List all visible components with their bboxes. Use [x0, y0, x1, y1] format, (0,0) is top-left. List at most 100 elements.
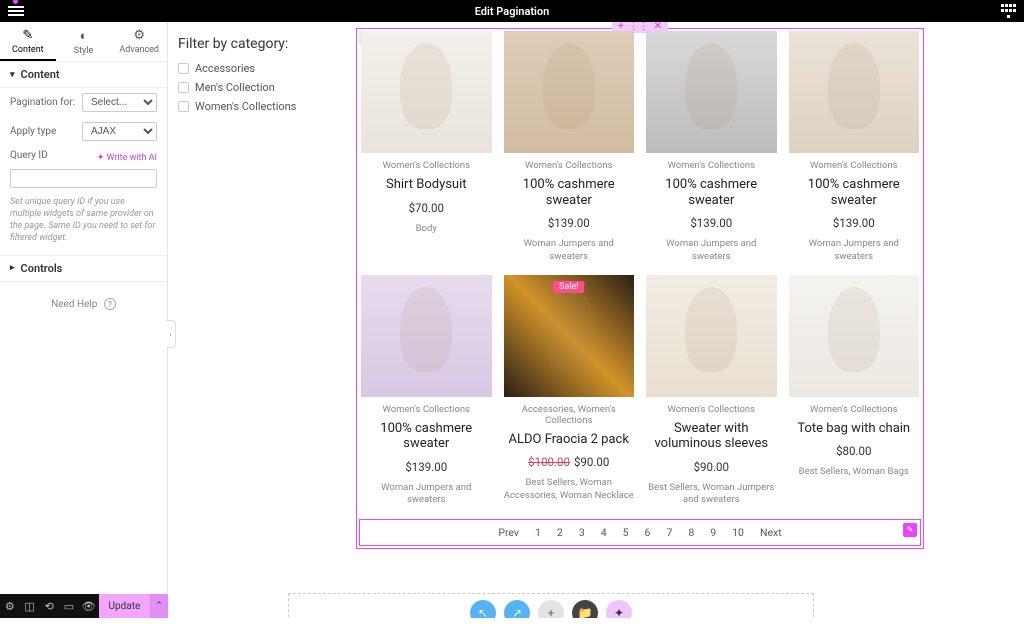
product-title: 100% cashmere sweater — [361, 421, 492, 452]
ai-icon[interactable]: ✦ — [606, 600, 632, 618]
product-image — [789, 275, 920, 397]
pagination-item[interactable]: Prev — [498, 526, 519, 539]
pagination-item[interactable]: 1 — [535, 526, 541, 539]
pagination-item[interactable]: 4 — [601, 526, 607, 539]
tab-label: Content — [12, 45, 44, 55]
products-grid: Women's CollectionsShirt Bodysuit$70.00B… — [359, 31, 921, 507]
product-tags: Woman Jumpers and sweaters — [646, 238, 777, 263]
product-tags: Best Sellers, Woman Bags — [789, 466, 920, 478]
checkbox-icon — [178, 101, 189, 112]
history-button[interactable]: ⟲ — [39, 594, 59, 618]
menu-button[interactable] — [8, 6, 24, 16]
product-tags: Best Sellers, Woman Accessories, Woman N… — [504, 477, 635, 502]
settings-button[interactable]: ⚙ — [0, 594, 20, 618]
edit-pagination-icon[interactable]: ✎ — [903, 523, 917, 537]
product-category: Women's Collections — [646, 160, 777, 171]
product-price: $70.00 — [361, 201, 492, 215]
responsive-button[interactable]: ▭ — [59, 594, 79, 618]
product-price: $100.00$90.00 — [504, 455, 635, 469]
pagination-for-select[interactable]: Select... — [82, 93, 157, 112]
product-image — [646, 31, 777, 153]
update-expand-button[interactable]: ⌃ — [150, 594, 168, 618]
product-tags: Body — [361, 223, 492, 235]
section-content-header[interactable]: Content — [0, 62, 167, 88]
notification-dot — [13, 0, 18, 4]
content-widget[interactable]: + ⋮⋮ ✕ ⋮⋮ Women's CollectionsShirt Bodys… — [356, 28, 924, 549]
product-tags: Best Sellers, Woman Jumpers and sweaters — [646, 482, 777, 507]
product-title: Tote bag with chain — [789, 421, 920, 437]
product-card[interactable]: Women's Collections Tote bag with chain $8… — [789, 275, 920, 507]
apply-type-label: Apply type — [10, 126, 56, 137]
product-category: Women's Collections — [361, 160, 492, 171]
help-icon: ? — [104, 298, 116, 310]
product-image — [361, 275, 492, 397]
checkbox-icon — [178, 63, 189, 74]
filter-mens[interactable]: Men's Collection — [178, 81, 348, 94]
sidebar-tabs: ✎ Content ◐ Style ⚙ Advanced — [0, 22, 167, 62]
product-price: $139.00 — [789, 216, 920, 230]
tab-advanced[interactable]: ⚙ Advanced — [111, 22, 167, 61]
product-image — [789, 31, 920, 153]
need-help-link[interactable]: Need Help ? — [0, 282, 167, 326]
update-button[interactable]: Update — [99, 594, 151, 618]
pagination-item[interactable]: 9 — [710, 526, 716, 539]
product-tags: Woman Jumpers and sweaters — [504, 238, 635, 263]
pagination-item[interactable]: Next — [760, 526, 782, 539]
sidebar-bottom-toolbar: ⚙ ◫ ⟲ ▭ 👁 Update ⌃ — [0, 594, 168, 618]
drop-arrow2-icon[interactable]: ↗ — [504, 600, 530, 618]
product-price: $139.00 — [646, 216, 777, 230]
product-price: $90.00 — [646, 460, 777, 474]
query-id-input[interactable] — [10, 169, 157, 188]
product-card[interactable]: Women's Collections100% cashmere sweater… — [361, 275, 492, 507]
pagination-item[interactable]: 2 — [557, 526, 563, 539]
tab-content[interactable]: ✎ Content — [0, 22, 56, 61]
section-controls-header[interactable]: Controls — [0, 256, 167, 282]
folder-icon[interactable]: 📁 — [572, 600, 598, 618]
pagination-widget[interactable]: ✎ Prev 1 2 3 4 5 6 7 8 9 10 Next — [359, 519, 921, 546]
pagination-item[interactable]: 10 — [732, 526, 744, 539]
query-id-label: Query ID — [10, 150, 48, 161]
write-with-ai-link[interactable]: ✦ Write with AI — [97, 153, 157, 163]
pagination-item[interactable]: 7 — [666, 526, 672, 539]
product-image — [361, 31, 492, 153]
apply-type-select[interactable]: AJAX — [82, 122, 157, 141]
filter-accessories[interactable]: Accessories — [178, 62, 348, 75]
widgets-button[interactable] — [1000, 3, 1016, 19]
product-card[interactable]: Women's Collections100% cashmere sweater… — [646, 31, 777, 263]
pagination-item[interactable]: 8 — [688, 526, 694, 539]
product-tags: Woman Jumpers and sweaters — [361, 482, 492, 507]
tab-label: Advanced — [119, 45, 159, 55]
product-price: $139.00 — [504, 216, 635, 230]
preview-button[interactable]: 👁 — [79, 594, 99, 618]
pagination: Prev 1 2 3 4 5 6 7 8 9 10 Next — [360, 526, 920, 539]
pagination-item[interactable]: 3 — [579, 526, 585, 539]
product-image — [646, 275, 777, 397]
sidebar: ✎ Content ◐ Style ⚙ Advanced Content Pag… — [0, 22, 168, 618]
drop-zone[interactable]: ↖ ↗ + 📁 ✦ — [288, 593, 814, 618]
product-category: Women's Collections — [646, 404, 777, 415]
tab-label: Style — [74, 46, 94, 56]
product-category: Women's Collections — [789, 160, 920, 171]
product-title: 100% cashmere sweater — [789, 177, 920, 208]
product-title: ALDO Fraocia 2 pack — [504, 432, 635, 448]
sale-badge: Sale! — [553, 281, 585, 293]
product-price: $80.00 — [789, 444, 920, 458]
pagination-item[interactable]: 5 — [623, 526, 629, 539]
product-card[interactable]: Women's Collections 100% cashmere sweater… — [789, 31, 920, 263]
product-card[interactable]: Sale!Accessories, Women's CollectionsALD… — [504, 275, 635, 507]
pagination-item[interactable]: 6 — [645, 526, 651, 539]
tab-style[interactable]: ◐ Style — [56, 22, 112, 61]
header-title: Edit Pagination — [24, 5, 1000, 18]
filter-womens[interactable]: Women's Collections — [178, 100, 348, 113]
product-category: Women's Collections — [789, 404, 920, 415]
canvas: Filter by category: Accessories Men's Co… — [168, 22, 1024, 618]
product-card[interactable]: Women's Collections Sweater with volumino… — [646, 275, 777, 507]
contrast-icon: ◐ — [56, 28, 112, 44]
product-card[interactable]: Women's Collections100% cashmere sweater… — [504, 31, 635, 263]
drop-arrow-icon[interactable]: ↖ — [470, 600, 496, 618]
add-section-button[interactable]: + — [538, 600, 564, 618]
product-title: Sweater with voluminous sleeves — [646, 421, 777, 452]
filter-panel: Filter by category: Accessories Men's Co… — [178, 28, 348, 549]
product-card[interactable]: Women's CollectionsShirt Bodysuit$70.00B… — [361, 31, 492, 263]
navigator-button[interactable]: ◫ — [20, 594, 40, 618]
